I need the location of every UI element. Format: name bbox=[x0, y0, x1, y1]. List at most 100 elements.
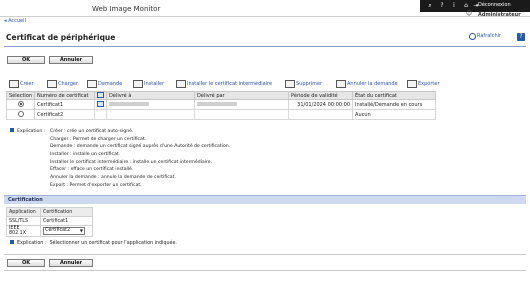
cert-icon-cell bbox=[94, 109, 108, 120]
explanation-block: Explication : Créer : crée un certificat… bbox=[10, 128, 230, 188]
status-cell: Installé/Demande en cours bbox=[352, 99, 436, 110]
bullet-icon bbox=[10, 240, 14, 244]
table-header-row: Sélection Numéro de certificat Délivré à… bbox=[5, 91, 436, 100]
col-issued-by: Délivré par bbox=[194, 91, 290, 100]
explanation-line: Installer le certificat intermédiaire : … bbox=[50, 159, 213, 165]
explanation-line: Effacer : efface un certificat installé. bbox=[50, 167, 134, 173]
issued-by-cell bbox=[194, 109, 290, 120]
cancel-request-button[interactable]: Annuler la demande bbox=[336, 79, 398, 89]
issued-to-cell bbox=[106, 109, 196, 120]
explanation-label: Explication : bbox=[17, 129, 46, 134]
explanation-line: Export : Permet d'exporter un certificat… bbox=[50, 182, 142, 188]
selection-cell[interactable] bbox=[5, 109, 36, 120]
user-name: Administrateur bbox=[478, 12, 521, 18]
upload-button[interactable]: Charger bbox=[47, 79, 78, 89]
select-value: Certificat2 bbox=[45, 228, 71, 233]
explanation-lines: Créer : crée un certificat auto-signé. C… bbox=[50, 128, 230, 190]
explanation2-block: Explication : Sélectionner un certificat… bbox=[10, 240, 177, 246]
export-icon bbox=[407, 79, 417, 88]
footer-divider bbox=[4, 270, 526, 271]
explanation-line: Créer : crée un certificat auto-signé. bbox=[50, 129, 134, 134]
status-cell: Aucun bbox=[352, 109, 436, 120]
install-intermediate-label: Installer le certificat intermédiaire bbox=[187, 81, 273, 87]
explanation-line: Demande : demande un certificat signé au… bbox=[50, 144, 231, 150]
delete-label: Supprimer bbox=[296, 81, 323, 87]
ok-button-bottom[interactable]: OK bbox=[7, 259, 45, 267]
validity-cell bbox=[288, 109, 354, 120]
col-certification: Certification bbox=[40, 207, 93, 217]
install-button[interactable]: Installer bbox=[133, 79, 164, 89]
col-selection: Sélection bbox=[5, 91, 36, 100]
col-application: Application bbox=[6, 207, 41, 217]
issued-to-cell bbox=[106, 99, 196, 110]
back-home-link[interactable]: ◂ Accueil bbox=[4, 18, 26, 24]
col-issued-to: Délivré à bbox=[106, 91, 196, 100]
top-bar: Web Image Monitor ⌕ ? i ⌂ ⇥ Déconnexion … bbox=[0, 0, 530, 18]
install-label: Installer bbox=[144, 81, 165, 87]
certificate-icon bbox=[97, 92, 105, 99]
col-cert-number: Numéro de certificat bbox=[34, 91, 96, 100]
export-button[interactable]: Exporter bbox=[407, 79, 440, 89]
cancel-request-label: Annuler la demande bbox=[347, 81, 398, 87]
table-row[interactable]: Certificat1 31/01/2024 00:00:00 Installé… bbox=[5, 99, 436, 110]
cert-icon-cell[interactable] bbox=[94, 99, 108, 110]
cert2-radio[interactable] bbox=[17, 111, 24, 118]
ieee8021x-cert-select[interactable]: Certificat2 ▼ bbox=[43, 227, 85, 235]
help-icon[interactable]: ? bbox=[438, 2, 446, 10]
info-icon[interactable]: i bbox=[450, 2, 458, 10]
user-icon: ☺ bbox=[466, 10, 473, 17]
create-label: Créer bbox=[20, 81, 34, 87]
create-button[interactable]: Créer bbox=[9, 79, 34, 89]
explanation2-text: Sélectionner un certificat pour l'applic… bbox=[49, 241, 177, 246]
create-icon bbox=[9, 79, 19, 88]
table-row: IEEE 802.1X Certificat2 ▼ bbox=[6, 225, 93, 237]
certification-cell: Certificat1 bbox=[40, 216, 93, 226]
page-title: Certificat de périphérique bbox=[6, 33, 116, 42]
ok-button-top[interactable]: OK bbox=[7, 56, 45, 64]
certification-table: Application Certification SSL/TLS Certif… bbox=[6, 207, 93, 237]
upload-icon bbox=[47, 79, 57, 88]
selection-cell[interactable] bbox=[5, 99, 36, 110]
bottom-divider bbox=[4, 254, 526, 255]
cancel-request-icon bbox=[336, 79, 346, 88]
app-title: Web Image Monitor bbox=[92, 5, 161, 13]
explanation-line: Annuler la demande : annule la demande d… bbox=[50, 175, 176, 181]
home-icon[interactable]: ⌂ bbox=[462, 2, 470, 10]
search-icon[interactable]: ⌕ bbox=[426, 2, 434, 10]
request-button[interactable]: Demande bbox=[87, 79, 122, 89]
title-divider bbox=[4, 46, 526, 47]
cert-number-cell: Certificat2 bbox=[34, 109, 96, 120]
redacted-value bbox=[109, 102, 150, 106]
request-label: Demande bbox=[98, 81, 123, 87]
refresh-icon[interactable] bbox=[469, 33, 476, 40]
cert-number-cell: Certificat1 bbox=[34, 99, 96, 110]
install-icon bbox=[133, 79, 143, 88]
redacted-value bbox=[197, 102, 238, 106]
chevron-down-icon: ▼ bbox=[79, 228, 83, 233]
certification-cell: Certificat2 ▼ bbox=[40, 225, 93, 237]
cert1-radio[interactable] bbox=[17, 101, 24, 108]
table-header-row: Application Certification bbox=[6, 207, 93, 217]
col-validity: Période de validité bbox=[288, 91, 354, 100]
cancel-button-top[interactable]: Annuler bbox=[49, 56, 93, 64]
certification-section-header: Certification bbox=[4, 195, 526, 204]
cancel-button-bottom[interactable]: Annuler bbox=[49, 259, 93, 267]
explanation2-label: Explication : bbox=[17, 241, 47, 246]
logout-link[interactable]: Déconnexion bbox=[478, 2, 511, 8]
install-intermediate-button[interactable]: Installer le certificat intermédiaire bbox=[176, 79, 272, 89]
table-row: SSL/TLS Certificat1 bbox=[6, 216, 93, 226]
refresh-link[interactable]: Rafraîchir bbox=[477, 33, 501, 39]
application-cell: IEEE 802.1X bbox=[6, 225, 41, 237]
bullet-icon bbox=[10, 128, 14, 132]
delete-icon bbox=[285, 79, 295, 88]
page-help-icon[interactable]: ? bbox=[517, 33, 525, 41]
validity-cell: 31/01/2024 00:00:00 bbox=[288, 99, 354, 110]
certificates-table: Sélection Numéro de certificat Délivré à… bbox=[5, 91, 436, 120]
explanation-line: Charger : Permet de charger un certifica… bbox=[50, 136, 147, 142]
issued-by-cell bbox=[194, 99, 290, 110]
install-intermediate-icon bbox=[176, 79, 186, 88]
certificate-detail-icon[interactable] bbox=[97, 101, 105, 108]
table-row[interactable]: Certificat2 Aucun bbox=[5, 109, 436, 120]
delete-button[interactable]: Supprimer bbox=[285, 79, 322, 89]
col-status: État du certificat bbox=[352, 91, 436, 100]
